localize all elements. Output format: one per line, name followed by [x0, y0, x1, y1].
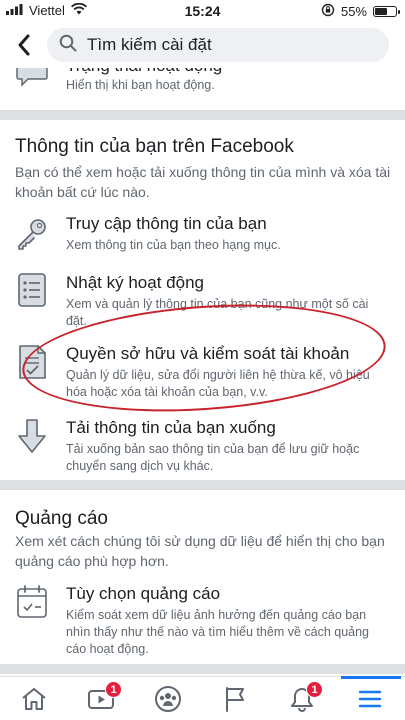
chat-bubble-icon	[14, 68, 50, 92]
download-info-title: Tải thông tin của bạn xuống	[66, 418, 276, 437]
document-check-icon	[14, 344, 50, 380]
tab-notifications[interactable]: 1	[268, 677, 335, 720]
back-button[interactable]	[12, 32, 36, 58]
active-tab-indicator	[341, 676, 401, 679]
search-placeholder: Tìm kiếm cài đặt	[87, 35, 212, 54]
activity-log-item[interactable]: Nhật ký hoạt động Xem và quản lý thông t…	[0, 271, 405, 328]
activity-status-item[interactable]: Trạng thái hoạt động Hiển thị khi bạn ho…	[0, 68, 405, 98]
access-info-item[interactable]: Truy cập thông tin của bạn Xem thông tin…	[0, 212, 405, 258]
section-divider	[0, 480, 405, 490]
download-arrow-icon	[14, 418, 50, 454]
ad-preferences-title: Tùy chọn quảng cáo	[66, 584, 221, 603]
search-header: Tìm kiếm cài đặt	[0, 22, 405, 68]
account-ownership-desc: Quản lý dữ liệu, sửa đổi người liên hệ t…	[66, 368, 370, 399]
watch-badge: 1	[105, 681, 122, 698]
rotation-lock-icon	[321, 3, 335, 20]
status-bar: Viettel 15:24 55%	[0, 0, 405, 22]
section-divider	[0, 110, 405, 120]
search-icon	[59, 34, 77, 57]
activity-log-title: Nhật ký hoạt động	[66, 273, 204, 292]
section-title-ads: Quảng cáo	[15, 508, 108, 529]
settings-content: Trạng thái hoạt động Hiển thị khi bạn ho…	[0, 68, 405, 676]
bottom-nav: 1 1	[0, 676, 405, 720]
section-desc-ads: Xem xét cách chúng tôi sử dụng dữ liệu đ…	[15, 533, 385, 569]
battery-icon	[373, 6, 400, 17]
section-desc-info: Bạn có thể xem hoặc tải xuống thông tin …	[15, 164, 391, 200]
search-input[interactable]: Tìm kiếm cài đặt	[47, 28, 389, 62]
activity-status-title: Trạng thái hoạt động	[66, 68, 222, 76]
activity-log-desc: Xem và quản lý thông tin của bạn cũng nh…	[66, 297, 369, 328]
account-ownership-item[interactable]: Quyền sở hữu và kiểm soát tài khoản Quản…	[0, 342, 405, 402]
section-divider	[0, 664, 405, 674]
account-ownership-title: Quyền sở hữu và kiểm soát tài khoản	[66, 344, 350, 363]
section-title-info: Thông tin của bạn trên Facebook	[15, 136, 294, 157]
back-arrow-icon	[18, 34, 30, 56]
flag-icon	[225, 687, 244, 712]
home-icon	[21, 688, 46, 710]
activity-log-icon	[14, 272, 50, 308]
menu-icon	[358, 690, 382, 708]
access-info-title: Truy cập thông tin của bạn	[66, 214, 267, 233]
ad-preferences-desc: Kiểm soát xem dữ liệu ảnh hưởng đến quản…	[66, 608, 370, 656]
ad-preferences-item[interactable]: Tùy chọn quảng cáo Kiểm soát xem dữ liệu…	[0, 582, 405, 658]
key-icon	[14, 216, 50, 252]
ad-preferences-icon	[14, 584, 50, 620]
activity-status-desc: Hiển thị khi bạn hoạt động.	[66, 78, 215, 92]
groups-icon	[154, 686, 181, 712]
notifications-badge: 1	[306, 681, 323, 698]
status-right: 55%	[321, 3, 400, 20]
tab-watch[interactable]: 1	[67, 677, 134, 720]
tab-pages[interactable]	[201, 677, 268, 720]
download-info-desc: Tải xuống bản sao thông tin của bạn để l…	[66, 442, 360, 473]
tab-groups[interactable]	[134, 677, 201, 720]
download-info-item[interactable]: Tải thông tin của bạn xuống Tải xuống bả…	[0, 416, 405, 476]
tab-home[interactable]	[0, 677, 67, 720]
battery-percent: 55%	[340, 4, 367, 19]
tab-menu[interactable]	[335, 677, 405, 720]
access-info-desc: Xem thông tin của bạn theo hạng mục.	[66, 238, 281, 252]
